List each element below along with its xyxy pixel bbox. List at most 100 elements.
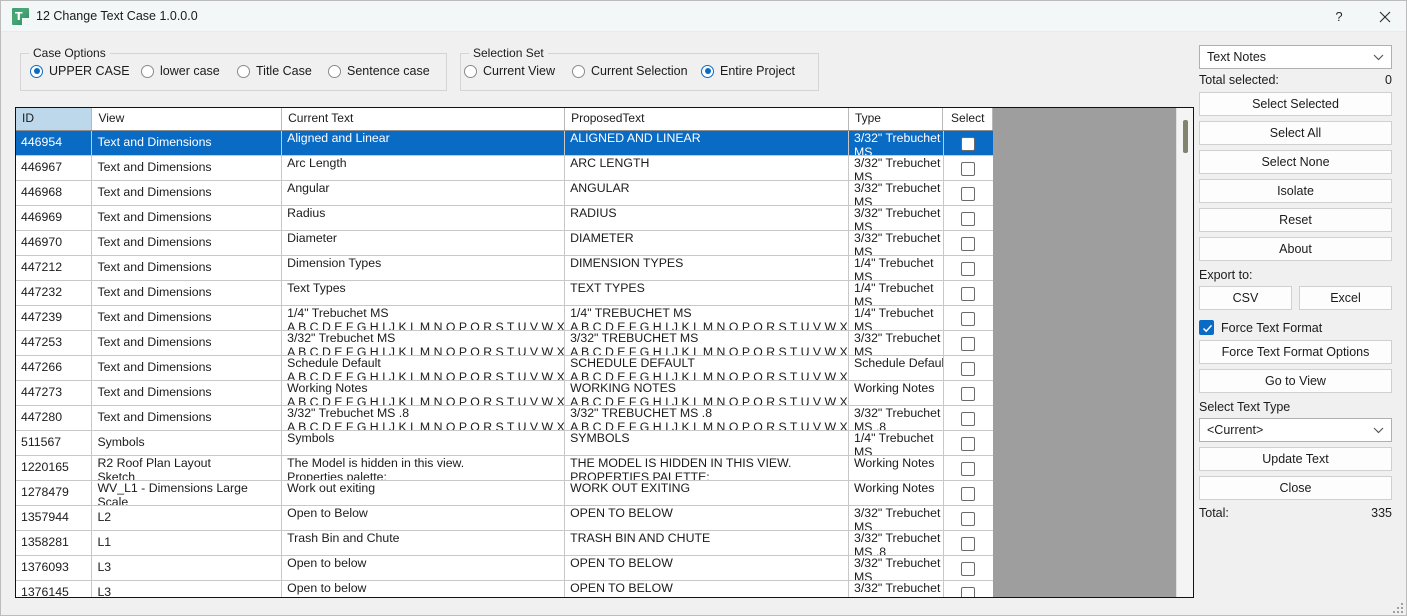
table-row[interactable]: 447232Text and DimensionsText TypesTEXT … (16, 281, 993, 306)
cell-select[interactable] (944, 556, 993, 580)
cell-select[interactable] (944, 456, 993, 480)
table-row[interactable]: 447212Text and DimensionsDimension Types… (16, 256, 993, 281)
column-header-current-text[interactable]: Current Text (282, 108, 565, 130)
row-select-checkbox[interactable] (961, 562, 975, 576)
table-row[interactable]: 1278479WV_L1 - Dimensions LargeScaleWork… (16, 481, 993, 506)
table-row[interactable]: 1220165R2 Roof Plan LayoutSketchThe Mode… (16, 456, 993, 481)
select-all-button[interactable]: Select All (1199, 121, 1392, 145)
row-select-checkbox[interactable] (961, 237, 975, 251)
table-row[interactable]: 447266Text and DimensionsSchedule Defaul… (16, 356, 993, 381)
reset-button[interactable]: Reset (1199, 208, 1392, 232)
cell-view-line1: L3 (97, 586, 281, 598)
cell-select[interactable] (944, 206, 993, 230)
cell-select[interactable] (944, 356, 993, 380)
radio-title-case[interactable]: Title Case (237, 64, 312, 78)
select-selected-button[interactable]: Select Selected (1199, 92, 1392, 116)
cell-current-text: Symbols (282, 431, 565, 455)
select-none-button[interactable]: Select None (1199, 150, 1392, 174)
row-select-checkbox[interactable] (961, 412, 975, 426)
row-select-checkbox[interactable] (961, 162, 975, 176)
cell-current-text: 1/4" Trebuchet MSA B C D E F G H I J K L… (282, 306, 565, 330)
row-select-checkbox[interactable] (961, 362, 975, 376)
cell-select[interactable] (944, 331, 993, 355)
grid-vertical-scrollbar[interactable] (1176, 108, 1193, 597)
close-button[interactable] (1362, 1, 1407, 32)
cell-select[interactable] (944, 406, 993, 430)
export-csv-button[interactable]: CSV (1199, 286, 1292, 310)
cell-select[interactable] (944, 381, 993, 405)
radio-sentence-case[interactable]: Sentence case (328, 64, 430, 78)
text-type-combo[interactable]: <Current> (1199, 418, 1392, 442)
grid-scrollbar-thumb[interactable] (1183, 120, 1188, 153)
row-select-checkbox[interactable] (961, 537, 975, 551)
cell-select[interactable] (944, 531, 993, 555)
cell-select[interactable] (944, 181, 993, 205)
table-row[interactable]: 446954Text and DimensionsAligned and Lin… (16, 131, 993, 156)
table-row[interactable]: 446969Text and DimensionsRadiusRADIUS3/3… (16, 206, 993, 231)
force-text-format-checkbox[interactable]: Force Text Format (1199, 320, 1392, 335)
radio-upper-case[interactable]: UPPER CASE (30, 64, 130, 78)
cell-proposed-text: 3/32" TREBUCHET MS .8A B C D E F G H I J… (565, 406, 849, 430)
cell-select[interactable] (944, 306, 993, 330)
table-row[interactable]: 447239Text and Dimensions1/4" Trebuchet … (16, 306, 993, 331)
category-combo[interactable]: Text Notes (1199, 45, 1392, 69)
row-select-checkbox[interactable] (961, 437, 975, 451)
column-header-type[interactable]: Type (849, 108, 944, 130)
isolate-button[interactable]: Isolate (1199, 179, 1392, 203)
cell-select[interactable] (944, 581, 993, 598)
about-button[interactable]: About (1199, 237, 1392, 261)
resize-grip[interactable] (1391, 601, 1403, 613)
cell-select[interactable] (944, 256, 993, 280)
cell-current-text-line1: Symbols (287, 432, 564, 446)
column-header-select[interactable]: Select (943, 108, 993, 130)
row-select-checkbox[interactable] (961, 137, 975, 151)
radio-entire-project[interactable]: Entire Project (701, 64, 795, 78)
table-row[interactable]: 1357944L2Open to BelowOPEN TO BELOW3/32"… (16, 506, 993, 531)
column-header-view[interactable]: View (92, 108, 282, 130)
row-select-checkbox[interactable] (961, 262, 975, 276)
cell-select[interactable] (944, 281, 993, 305)
row-select-checkbox[interactable] (961, 487, 975, 501)
column-header-proposed-text[interactable]: ProposedText (565, 108, 849, 130)
table-row[interactable]: 446967Text and DimensionsArc LengthARC L… (16, 156, 993, 181)
table-row[interactable]: 511567SymbolsSymbolsSYMBOLS1/4" Trebuche… (16, 431, 993, 456)
row-select-checkbox[interactable] (961, 587, 975, 599)
table-row[interactable]: 447273Text and DimensionsWorking NotesA … (16, 381, 993, 406)
row-select-checkbox[interactable] (961, 337, 975, 351)
cell-view-line1: R2 Roof Plan Layout (97, 457, 281, 471)
row-select-checkbox[interactable] (961, 387, 975, 401)
radio-current-selection[interactable]: Current Selection (572, 64, 688, 78)
radio-current-view[interactable]: Current View (464, 64, 555, 78)
table-row[interactable]: 446968Text and DimensionsAngularANGULAR3… (16, 181, 993, 206)
cell-view-line1: Text and Dimensions (97, 161, 281, 175)
row-select-checkbox[interactable] (961, 512, 975, 526)
table-row[interactable]: 1376093L3Open to belowOPEN TO BELOW3/32"… (16, 556, 993, 581)
table-row[interactable]: 447253Text and Dimensions3/32" Trebuchet… (16, 331, 993, 356)
cell-select[interactable] (944, 131, 993, 155)
row-select-checkbox[interactable] (961, 462, 975, 476)
cell-select[interactable] (944, 231, 993, 255)
close-dialog-button[interactable]: Close (1199, 476, 1392, 500)
table-row[interactable]: 446970Text and DimensionsDiameterDIAMETE… (16, 231, 993, 256)
cell-select[interactable] (944, 506, 993, 530)
table-row[interactable]: 1376145L3Open to belowOPEN TO BELOW3/32"… (16, 581, 993, 598)
radio-lower-case[interactable]: lower case (141, 64, 220, 78)
text-items-grid[interactable]: ID View Current Text ProposedText Type S… (15, 107, 1194, 598)
row-select-checkbox[interactable] (961, 287, 975, 301)
row-select-checkbox[interactable] (961, 312, 975, 326)
update-text-button[interactable]: Update Text (1199, 447, 1392, 471)
cell-select[interactable] (944, 431, 993, 455)
row-select-checkbox[interactable] (961, 187, 975, 201)
radio-dot-icon (237, 65, 250, 78)
go-to-view-button[interactable]: Go to View (1199, 369, 1392, 393)
cell-select[interactable] (944, 156, 993, 180)
export-excel-button[interactable]: Excel (1299, 286, 1392, 310)
cell-select[interactable] (944, 481, 993, 505)
table-row[interactable]: 447280Text and Dimensions3/32" Trebuchet… (16, 406, 993, 431)
row-select-checkbox[interactable] (961, 212, 975, 226)
cell-current-text-line2: A B C D E F G H I J K L M N O P Q R S T … (287, 371, 564, 381)
table-row[interactable]: 1358281L1Trash Bin and ChuteTRASH BIN AN… (16, 531, 993, 556)
column-header-id[interactable]: ID (16, 108, 92, 130)
force-text-format-options-button[interactable]: Force Text Format Options (1199, 340, 1392, 364)
help-button[interactable]: ? (1316, 1, 1362, 32)
